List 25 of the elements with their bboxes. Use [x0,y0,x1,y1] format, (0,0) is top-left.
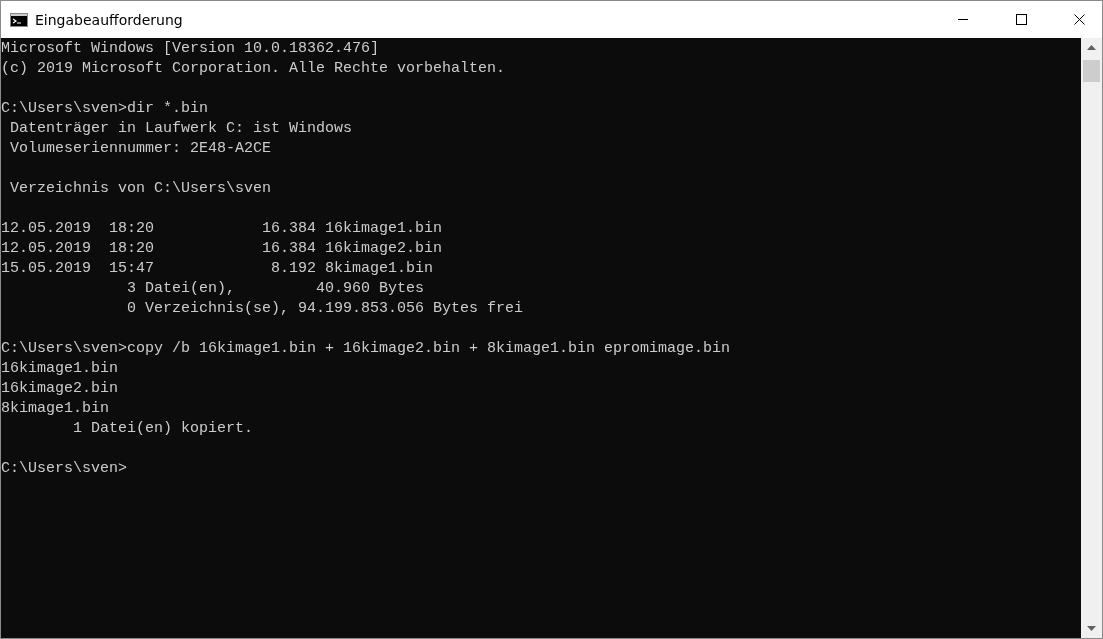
console-line: Verzeichnis von C:\Users\sven [9,179,272,199]
console-line: 0 Verzeichnis(se), 94.199.853.056 Bytes frei [126,299,524,319]
console-line: Microsoft Windows [Version 10.0.18362.476] [1,39,380,59]
console-line: 16kimage1.bin [1,359,119,379]
console-line: C:\Users\sven>dir *.bin [1,99,209,119]
scroll-up-icon[interactable] [1087,45,1096,50]
scroll-thumb[interactable] [1083,60,1100,82]
console-line: 12.05.2019 18:20 16.384 16kimage2.bin [1,239,443,259]
scroll-down-icon[interactable] [1087,626,1096,631]
scrollbar[interactable] [1081,38,1102,638]
console-line: 15.05.2019 15:47 8.192 8kimage1.bin [1,259,434,279]
close-icon [1073,14,1085,25]
console-line: 1 Datei(en) kopiert. [72,419,254,439]
console-line: Datenträger in Laufwerk C: ist Windows [9,119,353,139]
console-line: 3 Datei(en), 40.960 Bytes [126,279,425,299]
console-line: Volumeseriennummer: 2E48-A2CE [9,139,272,159]
console-line: 12.05.2019 18:20 16.384 16kimage1.bin [1,219,443,239]
console-line: 16kimage2.bin [1,379,119,399]
console-line: C:\Users\sven> [1,459,128,479]
console-icon [10,12,28,27]
console-line: (c) 2019 Microsoft Corporation. Alle Rechte vorbehalten. [1,59,506,79]
console-line: C:\Users\sven>copy /b 16kimage1.bin + 16kimage2.bin + 8kimage1.bin epromimage.bin [1,339,731,359]
window-title: Eingabeaufforderung [35,11,183,28]
console-line: 8kimage1.bin [1,399,110,419]
maximize-icon [1015,14,1027,25]
